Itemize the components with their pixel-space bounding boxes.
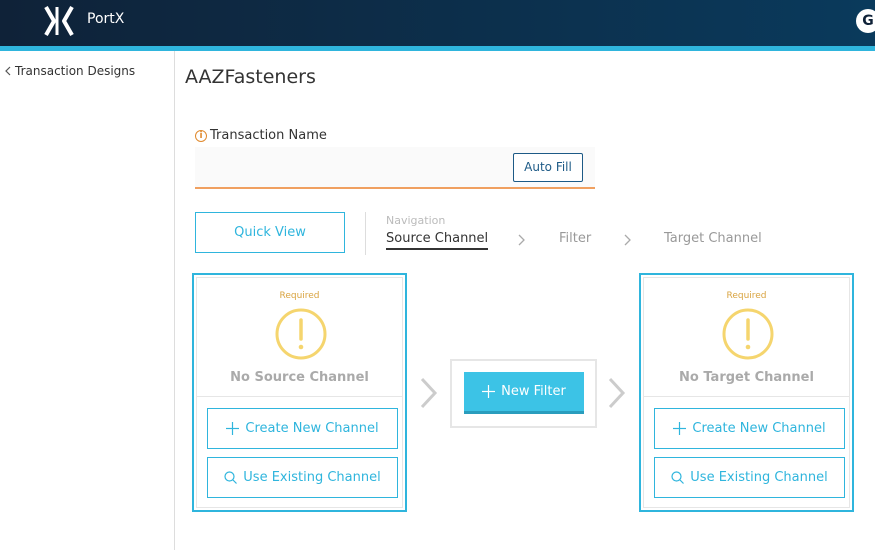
new-filter-button[interactable]: New Filter	[464, 372, 584, 414]
plus-icon	[226, 422, 240, 435]
info-icon: i	[195, 129, 207, 142]
nav-divider	[365, 212, 366, 255]
target-channel-card-inner: Required No Target Channel Create New Ch…	[643, 277, 850, 508]
create-new-channel-label: Create New Channel	[692, 421, 826, 436]
brand-name: PortX	[87, 11, 125, 27]
plus-icon	[673, 422, 687, 435]
chevron-left-icon	[5, 66, 11, 76]
filter-box: New Filter	[450, 359, 597, 428]
warning-circle-icon	[722, 308, 774, 360]
use-existing-channel-label: Use Existing Channel	[243, 470, 381, 485]
source-channel-card: Required No Source Channel Create New Ch…	[192, 273, 407, 512]
new-filter-label: New Filter	[501, 384, 566, 399]
sidebar: Transaction Designs	[0, 51, 175, 550]
nav-step-target-channel[interactable]: Target Channel	[664, 231, 762, 246]
quick-view-button[interactable]: Quick View	[195, 212, 345, 253]
required-label: Required	[279, 291, 320, 301]
required-label: Required	[726, 291, 767, 301]
chevron-right-icon	[624, 234, 631, 246]
chevron-right-icon	[608, 377, 626, 409]
nav-step-filter[interactable]: Filter	[559, 231, 591, 246]
target-channel-card: Required No Target Channel Create New Ch…	[639, 273, 854, 512]
create-new-target-channel-button[interactable]: Create New Channel	[654, 408, 845, 449]
warning-circle-icon	[275, 308, 327, 360]
no-source-channel-text: No Source Channel	[230, 370, 369, 385]
plus-icon	[482, 385, 496, 398]
no-target-channel-text: No Target Channel	[679, 370, 814, 385]
use-existing-source-channel-button[interactable]: Use Existing Channel	[207, 457, 398, 498]
create-new-channel-label: Create New Channel	[245, 421, 379, 436]
transaction-name-label-text: Transaction Name	[210, 128, 327, 143]
card-divider	[644, 396, 849, 397]
user-avatar[interactable]: G	[856, 9, 875, 33]
search-icon	[671, 471, 685, 484]
search-icon	[224, 471, 238, 484]
create-new-source-channel-button[interactable]: Create New Channel	[207, 408, 398, 449]
use-existing-target-channel-button[interactable]: Use Existing Channel	[654, 457, 845, 498]
navigation-label: Navigation	[386, 214, 446, 227]
top-bar: PortX G	[0, 0, 875, 46]
page-title: AAZFasteners	[185, 66, 316, 88]
chevron-right-icon	[518, 234, 525, 246]
transaction-name-label: i Transaction Name	[195, 128, 327, 143]
back-link-label: Transaction Designs	[15, 64, 136, 78]
auto-fill-button[interactable]: Auto Fill	[513, 153, 583, 182]
portx-logo-icon[interactable]	[44, 5, 74, 37]
nav-step-source-channel[interactable]: Source Channel	[386, 231, 489, 250]
use-existing-channel-label: Use Existing Channel	[690, 470, 828, 485]
back-to-transaction-designs-link[interactable]: Transaction Designs	[4, 64, 135, 78]
chevron-right-icon	[420, 377, 438, 409]
card-divider	[197, 396, 402, 397]
source-channel-card-inner: Required No Source Channel Create New Ch…	[196, 277, 403, 508]
